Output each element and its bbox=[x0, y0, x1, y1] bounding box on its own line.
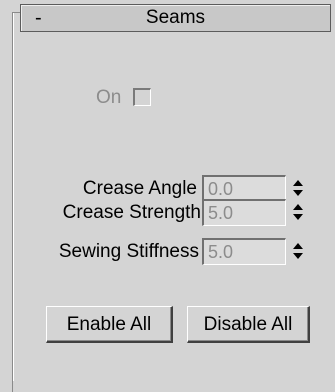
crease-strength-field[interactable] bbox=[202, 199, 286, 226]
spinner-up-icon[interactable] bbox=[293, 204, 303, 210]
sewing-stiffness-label: Sewing Stiffness bbox=[58, 241, 199, 262]
sewing-stiffness-field[interactable] bbox=[202, 238, 286, 265]
spinner-down-icon[interactable] bbox=[293, 253, 303, 259]
rollout-panel-highlight bbox=[13, 13, 14, 381]
rollout-title: Seams bbox=[145, 7, 206, 28]
on-checkbox[interactable] bbox=[133, 88, 151, 106]
spinner-up-icon[interactable] bbox=[293, 243, 303, 249]
crease-angle-spinner[interactable] bbox=[291, 175, 305, 202]
crease-strength-label: Crease Strength bbox=[62, 202, 201, 223]
crease-angle-label: Crease Angle bbox=[82, 178, 197, 199]
disable-all-button[interactable]: Disable All bbox=[187, 306, 310, 343]
crease-strength-spinner[interactable] bbox=[291, 199, 305, 226]
on-label: On bbox=[96, 87, 122, 108]
crease-angle-field[interactable] bbox=[202, 175, 286, 202]
sewing-stiffness-spinner[interactable] bbox=[291, 238, 305, 265]
rollout-header[interactable]: - Seams bbox=[20, 4, 331, 32]
spinner-up-icon[interactable] bbox=[293, 180, 303, 186]
enable-all-button[interactable]: Enable All bbox=[46, 306, 173, 343]
spinner-down-icon[interactable] bbox=[293, 190, 303, 196]
spinner-down-icon[interactable] bbox=[293, 214, 303, 220]
